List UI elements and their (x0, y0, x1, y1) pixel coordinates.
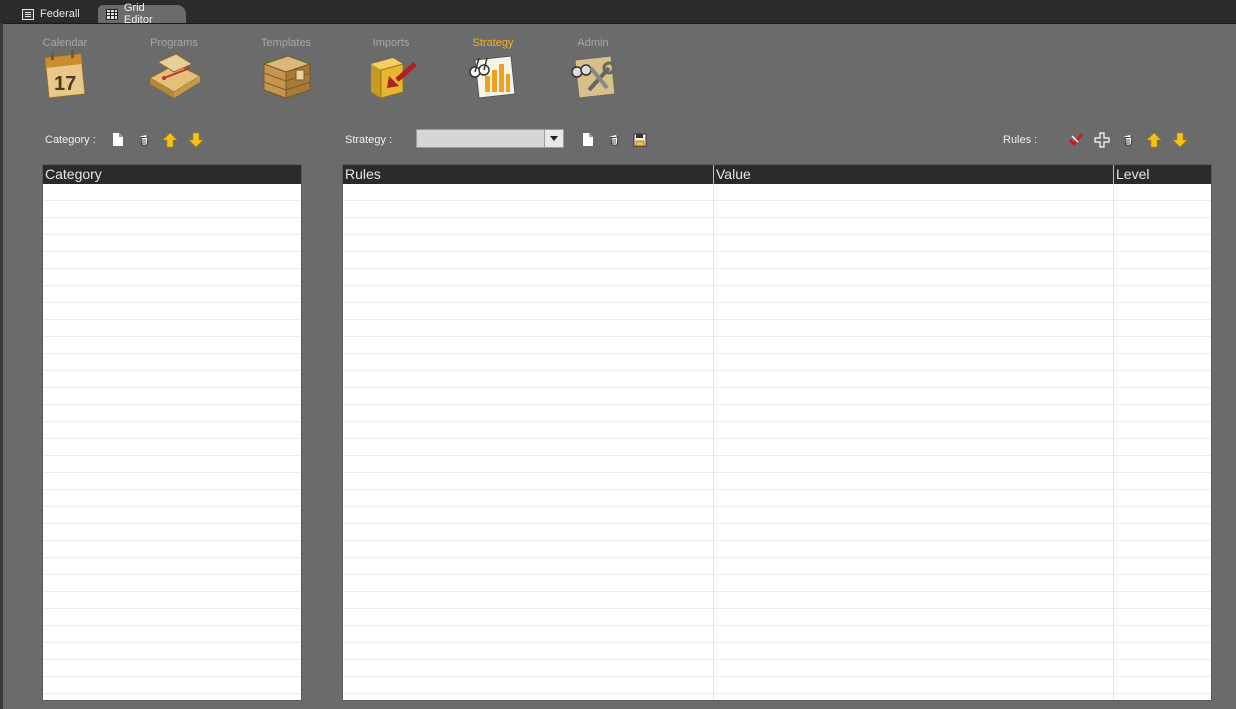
window-icon (22, 8, 34, 20)
delete-strategy-button[interactable] (606, 132, 622, 148)
arrow-down-icon (1172, 132, 1188, 148)
new-category-button[interactable] (110, 132, 126, 148)
column-header-value[interactable]: Value (713, 165, 1113, 184)
validate-rules-button[interactable] (1068, 132, 1084, 148)
trash-icon (609, 135, 619, 146)
category-grid-rows[interactable] (43, 184, 301, 700)
arrow-up-icon (162, 132, 178, 148)
save-strategy-button[interactable] (632, 132, 648, 148)
arrow-up-icon (1146, 132, 1162, 148)
tab-label: Federall (40, 8, 80, 20)
move-category-up-button[interactable] (162, 132, 178, 148)
new-strategy-button[interactable] (580, 132, 596, 148)
nav-programs[interactable]: Programs (129, 37, 219, 107)
rules-grid-header: Rules Value Level (343, 165, 1211, 184)
move-category-down-button[interactable] (188, 132, 204, 148)
category-toolbar-label: Category : (45, 134, 96, 146)
admin-icon (565, 50, 621, 102)
strategy-select[interactable] (416, 129, 564, 148)
column-header-level[interactable]: Level (1113, 165, 1211, 184)
nav-templates[interactable]: Templates (241, 37, 331, 107)
calendar-day: 17 (54, 73, 76, 95)
column-divider (713, 184, 714, 700)
nav-label: Calendar (42, 37, 88, 49)
templates-icon (258, 50, 314, 102)
trash-icon (1123, 135, 1133, 146)
new-document-icon (583, 133, 593, 146)
trash-icon (139, 135, 149, 146)
move-rule-up-button[interactable] (1146, 132, 1162, 148)
nav-imports[interactable]: Imports (346, 37, 436, 107)
nav-label: Admin (577, 37, 609, 49)
add-rule-button[interactable] (1094, 132, 1110, 148)
category-grid-header: Category (43, 165, 301, 184)
check-icon (1068, 133, 1084, 147)
nav-label: Templates (260, 37, 312, 49)
rules-grid-rows[interactable] (343, 184, 1211, 700)
nav-label: Strategy (472, 37, 514, 49)
nav-admin[interactable]: Admin (548, 37, 638, 107)
new-document-icon (113, 133, 123, 146)
tab-grid-editor[interactable]: Grid Editor (98, 2, 186, 26)
strategy-icon (465, 50, 521, 102)
delete-rule-button[interactable] (1120, 132, 1136, 148)
chevron-down-icon[interactable] (544, 130, 563, 147)
column-header-rules[interactable]: Rules (343, 165, 713, 184)
programs-icon (146, 50, 202, 102)
move-rule-down-button[interactable] (1172, 132, 1188, 148)
nav-label: Programs (150, 37, 198, 49)
strategy-toolbar-label: Strategy : (345, 134, 393, 146)
rules-toolbar-label: Rules : (1003, 134, 1038, 146)
nav-strategy[interactable]: Strategy (448, 37, 538, 107)
grid-icon (106, 8, 118, 20)
nav-label: Imports (372, 37, 410, 49)
delete-category-button[interactable] (136, 132, 152, 148)
calendar-icon: 17 (37, 50, 93, 102)
category-grid[interactable]: Category (42, 164, 302, 701)
column-divider (1113, 184, 1114, 700)
imports-icon (363, 50, 419, 102)
column-header-category[interactable]: Category (43, 165, 301, 184)
arrow-down-icon (188, 132, 204, 148)
tab-federall[interactable]: Federall (14, 5, 100, 23)
plus-icon (1094, 132, 1110, 148)
tab-label: Grid Editor (123, 2, 153, 26)
save-icon (633, 133, 647, 147)
left-edge (0, 23, 3, 709)
nav-calendar[interactable]: Calendar 17 (20, 37, 110, 107)
rules-grid[interactable]: Rules Value Level (342, 164, 1212, 701)
window-tab-bar: Federall Grid Editor (0, 0, 1236, 26)
